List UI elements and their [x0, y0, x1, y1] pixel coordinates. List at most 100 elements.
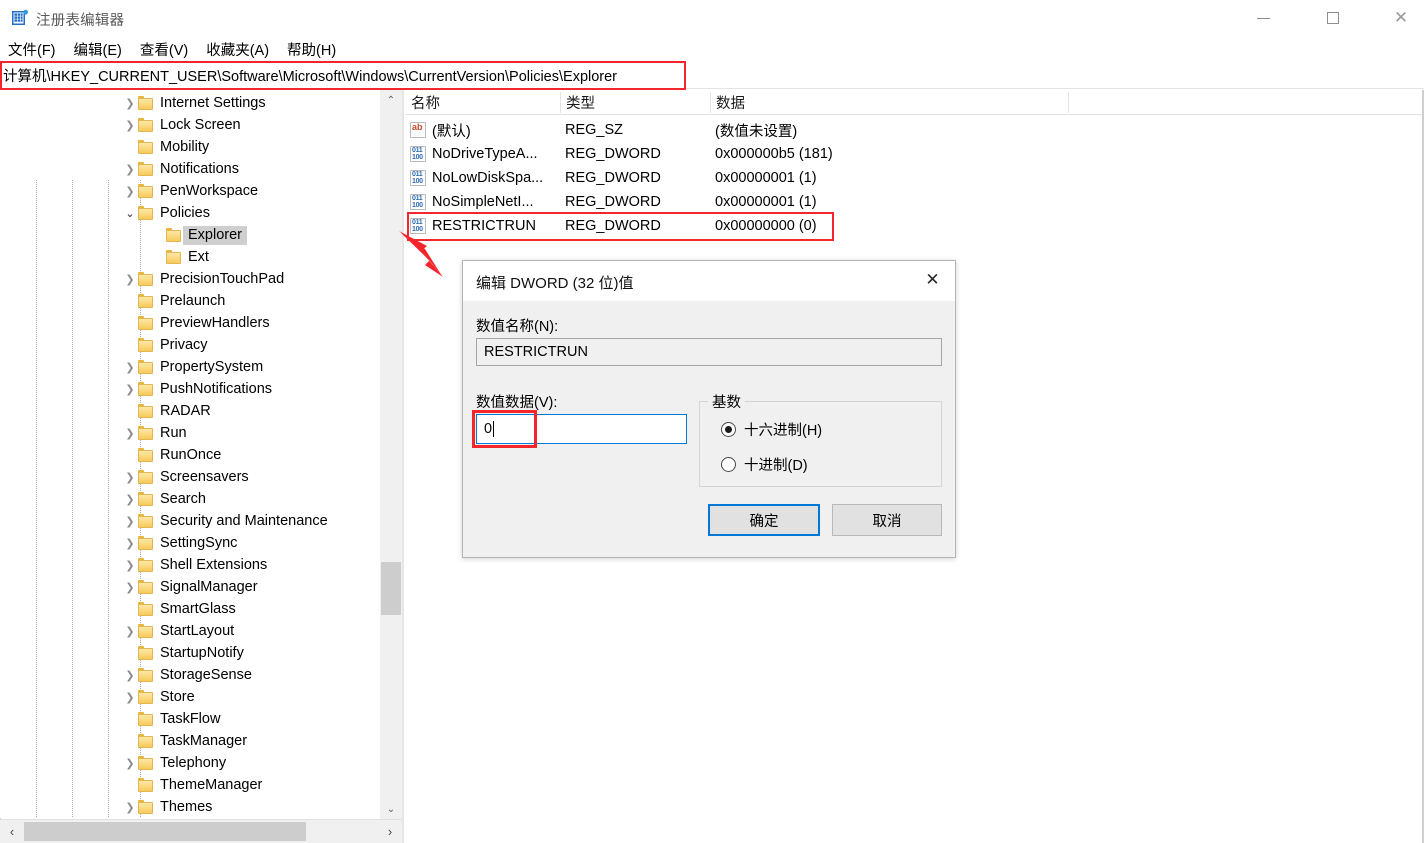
tree-item-run[interactable]: ❯ Run: [0, 422, 404, 444]
value-name-label: 数值名称(N):: [476, 319, 559, 335]
scrollbar-thumb[interactable]: [24, 822, 306, 841]
tree-item-runonce[interactable]: ❯RunOnce: [0, 444, 404, 466]
menu-favorites[interactable]: 收藏夹(A): [197, 38, 278, 62]
dialog-close-icon[interactable]: ✕: [910, 261, 955, 299]
tree-item-notifications[interactable]: ❯ Notifications: [0, 158, 404, 180]
tree-item-startlayout[interactable]: ❯ StartLayout: [0, 620, 404, 642]
tree-item-taskmanager[interactable]: ❯TaskManager: [0, 730, 404, 752]
minimize-button[interactable]: [1240, 0, 1286, 36]
minimize-icon: [1256, 17, 1270, 19]
tree-horizontal-scrollbar[interactable]: ‹ ›: [0, 819, 402, 843]
chevron-right-icon[interactable]: ❯: [122, 686, 138, 708]
tree-item-security-and-maintenance[interactable]: ❯ Security and Maintenance: [0, 510, 404, 532]
tree-item-internet-settings[interactable]: ❯ Internet Settings: [0, 92, 404, 114]
registry-tree-pane[interactable]: ❯Internet Settings❯Lock Screen❯Mobility❯…: [0, 90, 404, 818]
tree-item-previewhandlers[interactable]: ❯PreviewHandlers: [0, 312, 404, 334]
edit-dword-dialog[interactable]: 编辑 DWORD (32 位)值 ✕ 数值名称(N): RESTRICTRUN …: [462, 260, 956, 558]
tree-item-shell-extensions[interactable]: ❯ Shell Extensions: [0, 554, 404, 576]
value-name-cell: (默认): [432, 123, 471, 140]
chevron-right-icon[interactable]: ❯: [122, 422, 138, 444]
reg-dword-icon: [410, 194, 427, 210]
tree-item-policies[interactable]: ⌄ Policies: [0, 202, 404, 224]
chevron-right-icon[interactable]: ❯: [122, 158, 138, 180]
scrollbar-thumb[interactable]: [381, 562, 401, 615]
tree-item-privacy[interactable]: ❯Privacy: [0, 334, 404, 356]
tree-item-label: RunOnce: [160, 447, 222, 463]
tree-item-thememanager[interactable]: ❯ThemeManager: [0, 774, 404, 796]
tree-item-explorer[interactable]: ❯Explorer: [0, 224, 404, 246]
column-divider[interactable]: [1068, 92, 1069, 113]
tree-vertical-scrollbar[interactable]: ⌃ ⌄: [380, 90, 402, 819]
chevron-right-icon[interactable]: ❯: [122, 466, 138, 488]
cancel-button[interactable]: 取消: [832, 504, 942, 536]
menu-help[interactable]: 帮助(H): [278, 38, 345, 62]
chevron-right-icon[interactable]: ❯: [122, 532, 138, 554]
chevron-right-icon[interactable]: ❯: [122, 510, 138, 532]
tree-item-label: StartLayout: [160, 623, 235, 639]
value-data-cell: 0x00000001 (1): [715, 170, 817, 186]
tree-item-prelaunch[interactable]: ❯Prelaunch: [0, 290, 404, 312]
tree-item-pushnotifications[interactable]: ❯ PushNotifications: [0, 378, 404, 400]
radio-hexadecimal[interactable]: 十六进制(H): [721, 419, 822, 440]
table-row[interactable]: NoSimpleNetI... REG_DWORD 0x00000001 (1): [405, 190, 1422, 214]
tree-item-themes[interactable]: ❯ Themes: [0, 796, 404, 818]
tree-item-mobility[interactable]: ❯Mobility: [0, 136, 404, 158]
pane-divider[interactable]: [402, 90, 404, 843]
chevron-right-icon[interactable]: ❯: [122, 356, 138, 378]
table-row[interactable]: NoLowDiskSpa... REG_DWORD 0x00000001 (1): [405, 166, 1422, 190]
tree-item-taskflow[interactable]: ❯TaskFlow: [0, 708, 404, 730]
tree-item-propertysystem[interactable]: ❯ PropertySystem: [0, 356, 404, 378]
tree-item-smartglass[interactable]: ❯SmartGlass: [0, 598, 404, 620]
ok-button[interactable]: 确定: [708, 504, 820, 536]
tree-item-screensavers[interactable]: ❯ Screensavers: [0, 466, 404, 488]
chevron-right-icon[interactable]: ❯: [122, 180, 138, 202]
radio-decimal[interactable]: 十进制(D): [721, 454, 808, 475]
scroll-up-icon[interactable]: ⌃: [380, 90, 402, 110]
scroll-down-icon[interactable]: ⌄: [380, 799, 402, 819]
column-header-name[interactable]: 名称: [405, 90, 560, 114]
tree-item-signalmanager[interactable]: ❯ SignalManager: [0, 576, 404, 598]
chevron-right-icon[interactable]: ❯: [122, 114, 138, 136]
column-header-type[interactable]: 类型: [560, 90, 710, 114]
chevron-right-icon[interactable]: ❯: [122, 664, 138, 686]
tree-item-store[interactable]: ❯ Store: [0, 686, 404, 708]
chevron-right-icon[interactable]: ❯: [122, 796, 138, 818]
scroll-right-icon[interactable]: ›: [378, 820, 402, 843]
value-data-input[interactable]: 0: [476, 414, 687, 444]
tree-item-startupnotify[interactable]: ❯StartupNotify: [0, 642, 404, 664]
scroll-left-icon[interactable]: ‹: [0, 820, 24, 843]
table-row[interactable]: (默认) REG_SZ (数值未设置): [405, 118, 1422, 142]
table-row[interactable]: NoDriveTypeA... REG_DWORD 0x000000b5 (181): [405, 142, 1422, 166]
table-row[interactable]: RESTRICTRUN REG_DWORD 0x00000000 (0): [405, 214, 1422, 238]
tree-item-ext[interactable]: ❯Ext: [0, 246, 404, 268]
chevron-right-icon[interactable]: ❯: [122, 752, 138, 774]
close-button[interactable]: ✕: [1378, 0, 1424, 36]
chevron-down-icon[interactable]: ⌄: [122, 202, 138, 224]
column-header-data[interactable]: 数据: [710, 90, 1068, 114]
chevron-right-icon[interactable]: ❯: [122, 92, 138, 114]
tree-item-label: PushNotifications: [160, 381, 273, 397]
value-data-text: 0: [484, 421, 493, 437]
maximize-button[interactable]: [1310, 0, 1356, 36]
chevron-right-icon[interactable]: ❯: [122, 378, 138, 400]
menu-file[interactable]: 文件(F): [0, 38, 65, 62]
chevron-right-icon[interactable]: ❯: [122, 268, 138, 290]
tree-item-telephony[interactable]: ❯ Telephony: [0, 752, 404, 774]
tree-item-storagesense[interactable]: ❯ StorageSense: [0, 664, 404, 686]
menu-view[interactable]: 查看(V): [131, 38, 197, 62]
chevron-right-icon[interactable]: ❯: [122, 554, 138, 576]
value-name-input[interactable]: RESTRICTRUN: [476, 338, 942, 366]
tree-item-precisiontouchpad[interactable]: ❯ PrecisionTouchPad: [0, 268, 404, 290]
address-bar[interactable]: 计算机\HKEY_CURRENT_USER\Software\Microsoft…: [0, 62, 1424, 89]
menu-edit[interactable]: 编辑(E): [65, 38, 131, 62]
tree-item-radar[interactable]: ❯RADAR: [0, 400, 404, 422]
chevron-right-icon[interactable]: ❯: [122, 488, 138, 510]
chevron-right-icon[interactable]: ❯: [122, 576, 138, 598]
tree-item-penworkspace[interactable]: ❯ PenWorkspace: [0, 180, 404, 202]
tree-item-search[interactable]: ❯ Search: [0, 488, 404, 510]
chevron-right-icon[interactable]: ❯: [122, 620, 138, 642]
tree-item-settingsync[interactable]: ❯ SettingSync: [0, 532, 404, 554]
value-type-cell: REG_DWORD: [565, 170, 661, 186]
folder-icon: [138, 712, 154, 726]
tree-item-lock-screen[interactable]: ❯ Lock Screen: [0, 114, 404, 136]
